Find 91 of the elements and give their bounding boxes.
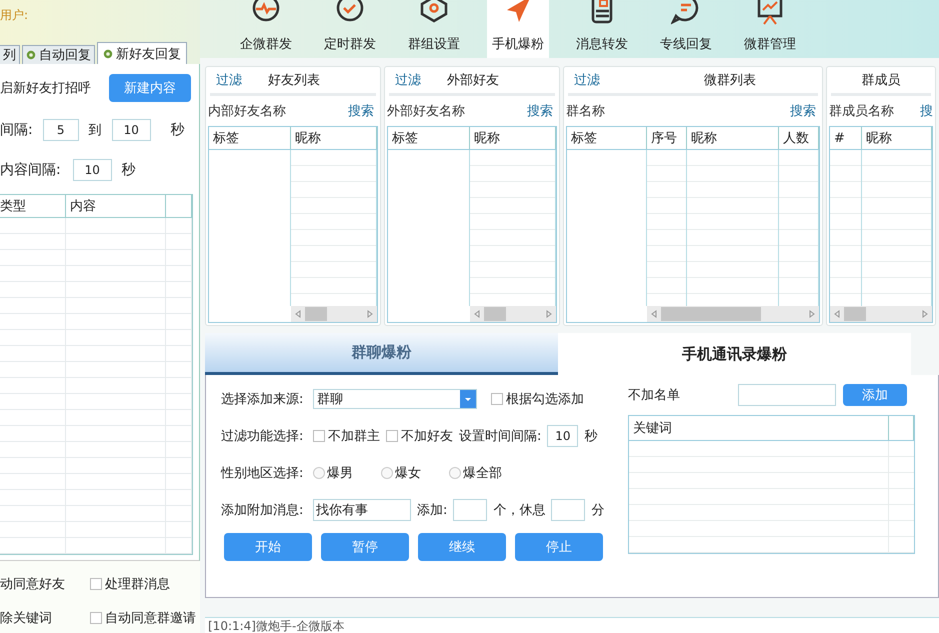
- option-label: 除关键词: [0, 610, 53, 627]
- radio-button[interactable]: 爆全部: [449, 464, 502, 482]
- message-field[interactable]: 找你有事: [313, 499, 411, 521]
- column-header[interactable]: 标签: [567, 127, 647, 149]
- horizontal-scrollbar[interactable]: [470, 306, 556, 322]
- toolbar-button[interactable]: 专线回复: [644, 0, 728, 58]
- rest-field[interactable]: [551, 499, 586, 521]
- content-interval-label: 内容间隔:: [0, 161, 61, 179]
- filter-link[interactable]: 过滤: [568, 71, 626, 89]
- panel-title: 好友列表: [268, 72, 320, 89]
- source-dropdown[interactable]: 群聊: [313, 389, 477, 409]
- column-header[interactable]: 内容: [66, 195, 166, 217]
- column-header[interactable]: 标签: [209, 127, 291, 149]
- left-arrow-icon[interactable]: [294, 310, 302, 318]
- blacklist-label: 不加名单: [628, 387, 680, 404]
- tab[interactable]: 新好友回复: [97, 42, 187, 64]
- rest-label: 个，休息: [493, 502, 546, 519]
- column-header[interactable]: 关键词: [629, 416, 889, 440]
- search-label: 内部好友名称: [208, 103, 286, 120]
- to-label: 到: [88, 122, 102, 139]
- checkbox[interactable]: 不加好友: [386, 427, 453, 445]
- gender-label: 性别地区选择:: [221, 465, 304, 482]
- toolbar-button[interactable]: 群组设置: [392, 0, 476, 58]
- horizontal-scrollbar[interactable]: [291, 306, 377, 322]
- horizontal-scrollbar[interactable]: [830, 306, 932, 322]
- search-label: 群成员名称: [829, 103, 894, 120]
- chart-board-icon: [755, 0, 785, 26]
- panel-title: 群成员: [862, 72, 900, 89]
- left-arrow-icon[interactable]: [473, 310, 481, 318]
- user-label: 用户:: [0, 7, 28, 24]
- checkbox[interactable]: 自动同意群邀请: [90, 609, 200, 627]
- tab[interactable]: 群聊爆粉: [205, 333, 558, 375]
- seconds-label: 秒: [584, 428, 598, 445]
- right-arrow-icon[interactable]: [808, 310, 816, 318]
- message-label: 添加附加消息:: [221, 502, 304, 519]
- right-arrow-icon[interactable]: [545, 310, 553, 318]
- minutes-label: 分: [591, 502, 604, 519]
- search-link[interactable]: 搜: [920, 102, 933, 120]
- blacklist-field[interactable]: [738, 384, 836, 406]
- right-arrow-icon[interactable]: [366, 310, 374, 318]
- right-arrow-icon[interactable]: [921, 310, 929, 318]
- tab[interactable]: 列: [0, 45, 20, 64]
- log-line: [10:1:4]微炮手-企微版本: [208, 618, 346, 633]
- column-header[interactable]: 昵称: [291, 127, 377, 149]
- toolbar-button[interactable]: 微群管理: [728, 0, 812, 58]
- interval-from-field[interactable]: 5: [42, 119, 79, 141]
- column-header[interactable]: 昵称: [862, 127, 932, 149]
- panel-title: 外部好友: [447, 72, 499, 89]
- checkbox[interactable]: 处理群消息: [90, 575, 200, 593]
- left-arrow-icon[interactable]: [833, 310, 841, 318]
- column-header[interactable]: 序号: [647, 127, 687, 149]
- toolbar-button[interactable]: 企微群发: [224, 0, 308, 58]
- column-header[interactable]: 昵称: [470, 127, 556, 149]
- column-header[interactable]: 昵称: [687, 127, 779, 149]
- option-label: 动同意好友: [0, 576, 66, 593]
- horizontal-scrollbar[interactable]: [647, 306, 819, 322]
- interval-field[interactable]: 10: [547, 425, 578, 447]
- search-link[interactable]: 搜索: [527, 102, 553, 120]
- add-count-label: 添加:: [417, 502, 448, 519]
- column-header[interactable]: #: [830, 127, 862, 149]
- seconds-label: 秒: [122, 161, 136, 179]
- checkbox[interactable]: 根据勾选添加: [491, 390, 584, 408]
- source-label: 选择添加来源:: [221, 391, 304, 408]
- seconds-label: 秒: [170, 121, 185, 139]
- tab[interactable]: 手机通讯录爆粉: [558, 333, 911, 375]
- tab[interactable]: 自动回复: [22, 45, 95, 64]
- filter-label: 过滤功能选择:: [221, 428, 304, 445]
- left-arrow-icon[interactable]: [650, 310, 658, 318]
- count-field[interactable]: [453, 499, 488, 521]
- search-label: 外部好友名称: [387, 103, 465, 120]
- interval-label: 间隔:: [0, 121, 33, 139]
- panel-title: 微群列表: [704, 72, 756, 89]
- chat-bubble-icon: [671, 0, 701, 26]
- toolbar-button[interactable]: 消息转发: [560, 0, 644, 58]
- interval-label: 设置时间间隔:: [459, 428, 542, 445]
- search-link[interactable]: 搜索: [348, 102, 374, 120]
- toolbar-button[interactable]: 定时群发: [308, 0, 392, 58]
- search-label: 群名称: [566, 103, 605, 120]
- checkbox[interactable]: 不加群主: [313, 427, 380, 445]
- interval-to-field[interactable]: 10: [112, 119, 151, 141]
- toolbar-button[interactable]: 手机爆粉: [487, 0, 549, 58]
- filter-link[interactable]: 过滤: [389, 71, 447, 89]
- greeting-label: 启新好友打招呼: [0, 80, 91, 97]
- content-interval-field[interactable]: 10: [72, 159, 112, 181]
- column-header[interactable]: 人数: [779, 127, 819, 149]
- search-link[interactable]: 搜索: [790, 102, 816, 120]
- column-header[interactable]: 类型: [0, 195, 66, 217]
- filter-link[interactable]: 过滤: [210, 71, 268, 89]
- radio-button[interactable]: 爆男: [313, 464, 353, 482]
- column-header[interactable]: 标签: [388, 127, 470, 149]
- radio-button[interactable]: 爆女: [381, 464, 421, 482]
